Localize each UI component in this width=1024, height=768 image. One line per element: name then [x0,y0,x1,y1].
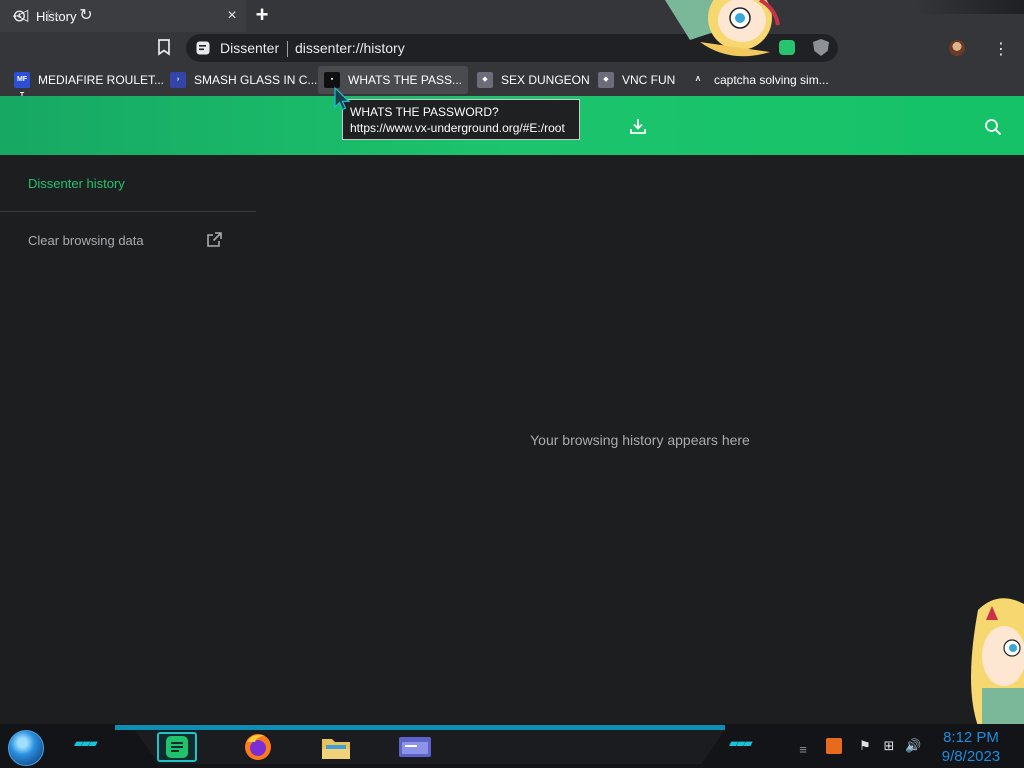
sidebar-item-history[interactable]: Dissenter history [28,176,125,191]
search-icon[interactable] [984,118,1002,136]
bookmark-mediafire[interactable]: MF T MEDIAFIRE ROULET... [8,66,170,99]
favicon-icon: ◆ [598,72,614,88]
cartoon-character-decoration [971,598,1024,726]
bookmark-tooltip: WHATS THE PASSWORD? https://www.vx-under… [342,99,580,140]
taskbar-app-browser[interactable] [157,732,197,762]
site-name: Dissenter [220,40,280,56]
taskbar-glow [115,725,725,730]
external-link-icon[interactable] [205,231,223,249]
window-corner-decoration [914,0,1024,14]
menu-icon[interactable]: ⋮ [993,39,1009,58]
clear-browsing-data-link[interactable]: Clear browsing data [28,233,144,248]
volume-icon[interactable]: 🔊 [905,738,921,754]
close-tab-icon[interactable]: × [224,8,240,24]
reload-button[interactable]: ↻ [76,6,96,26]
cartoon-character-decoration [665,0,780,57]
tray-expand-icon[interactable]: ≡ [795,742,811,758]
sidebar-divider [0,211,256,212]
bookmark-label: MEDIAFIRE ROULET... [38,73,165,87]
taskbar-chevron-decoration: ▰▰▰ [74,736,98,750]
network-icon[interactable]: ⊞ [881,738,897,754]
omnibox-separator [287,41,288,57]
taskbar-app-firefox[interactable] [238,732,278,762]
bookmark-captcha[interactable]: Λcaptcha solving sim... [684,66,835,94]
favicon-icon: › [170,72,186,88]
folder-icon [322,739,350,759]
dissenter-app-icon [166,736,188,758]
favicon-icon: ◆ [477,72,493,88]
tooltip-title: WHATS THE PASSWORD? [350,105,499,119]
start-button[interactable] [8,730,44,766]
new-tab-button[interactable]: + [252,4,272,26]
bookmark-label: VNC FUN [622,73,676,87]
download-icon[interactable] [629,117,647,135]
tab-history[interactable]: History × [0,0,246,32]
clock-time: 8:12 PM [943,729,999,746]
bookmark-smash-glass[interactable]: › SMASH GLASS IN C... [164,66,323,94]
avatar[interactable] [949,40,965,56]
mouse-cursor [334,86,351,111]
forward-button[interactable]: ▷ [44,6,64,26]
bookmark-label: captcha solving sim... [714,73,829,87]
bookmark-vnc-fun[interactable]: ◆ VNC FUN [592,66,681,94]
taskbar-chevron-decoration: ▰▰▰ [729,736,753,750]
page-icon [196,41,210,55]
bookmark-icon[interactable] [156,38,172,56]
favicon-icon: MF T [14,72,30,99]
bookmark-sex-dungeon[interactable]: ◆ SEX DUNGEON [471,66,596,94]
firefox-icon [245,734,271,760]
url-text[interactable]: dissenter://history [295,40,405,56]
tooltip-url: https://www.vx-underground.org/#E:/root [350,121,565,135]
bookmark-label: SEX DUNGEON [501,73,590,87]
taskbar-app-explorer[interactable] [316,732,356,762]
taskbar-clock[interactable]: 8:12 PM 9/8/2023 [938,728,1004,766]
favicon-icon: Λ [690,72,706,88]
tray-app-icon[interactable] [826,738,842,754]
site-chip: Dissenter [196,40,279,56]
back-button[interactable]: ◁ [12,6,32,26]
bookmark-label: SMASH GLASS IN C... [194,73,318,87]
window-app-icon [399,737,431,757]
clock-date: 9/8/2023 [941,748,1001,765]
bookmark-label: WHATS THE PASS... [348,73,463,87]
flag-icon[interactable]: ⚑ [857,738,873,754]
taskbar-app-control-panel[interactable] [395,732,435,762]
empty-history-message: Your browsing history appears here [530,432,750,448]
